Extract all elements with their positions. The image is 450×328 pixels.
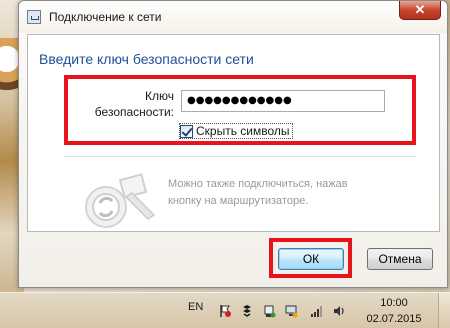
dropbox-icon[interactable] bbox=[240, 304, 254, 318]
security-key-label-line1: Ключ bbox=[145, 89, 174, 103]
router-button-icon bbox=[85, 173, 156, 228]
show-desktop-button[interactable] bbox=[438, 293, 450, 328]
security-key-label-line2: безопасности: bbox=[94, 105, 174, 119]
flag-icon[interactable] bbox=[218, 304, 232, 318]
cancel-button[interactable]: Отмена bbox=[367, 248, 433, 270]
hide-characters-label[interactable]: Скрыть символы bbox=[196, 124, 290, 138]
network-icon bbox=[27, 10, 41, 24]
security-key-label: Ключ безопасности: bbox=[84, 88, 174, 120]
router-hint-line2: кнопку на маршрутизаторе. bbox=[168, 195, 309, 207]
window-title: Подключение к сети bbox=[49, 10, 162, 24]
clock[interactable]: 10:00 02.07.2015 bbox=[366, 295, 422, 327]
hide-characters-option[interactable]: Скрыть символы bbox=[179, 123, 293, 139]
ok-button[interactable]: ОК bbox=[278, 248, 344, 270]
close-button[interactable]: ✕ bbox=[399, 1, 441, 20]
router-hint-text: Можно также подключиться, нажав кнопку н… bbox=[168, 176, 388, 210]
clock-time: 10:00 bbox=[380, 297, 408, 309]
signal-icon[interactable] bbox=[310, 304, 324, 318]
security-key-input[interactable]: ●●●●●●●●●●●● bbox=[181, 90, 385, 112]
usb-icon[interactable] bbox=[262, 304, 276, 318]
router-hint-line1: Можно также подключиться, нажав bbox=[168, 178, 348, 190]
divider bbox=[64, 156, 416, 157]
network-connect-dialog: Подключение к сети ✕ Введите ключ безопа… bbox=[18, 0, 448, 288]
dialog-content: Введите ключ безопасности сети Ключ безо… bbox=[27, 34, 440, 232]
network-icon[interactable] bbox=[284, 304, 298, 318]
dialog-heading: Введите ключ безопасности сети bbox=[39, 51, 254, 67]
title-bar[interactable]: Подключение к сети ✕ bbox=[19, 1, 447, 33]
volume-icon[interactable] bbox=[332, 304, 346, 318]
language-indicator[interactable]: EN bbox=[188, 301, 203, 313]
clock-date: 02.07.2015 bbox=[366, 313, 422, 325]
hide-characters-checkbox[interactable] bbox=[180, 124, 193, 138]
taskbar: EN 10:00 02.07.2015 bbox=[0, 292, 450, 328]
